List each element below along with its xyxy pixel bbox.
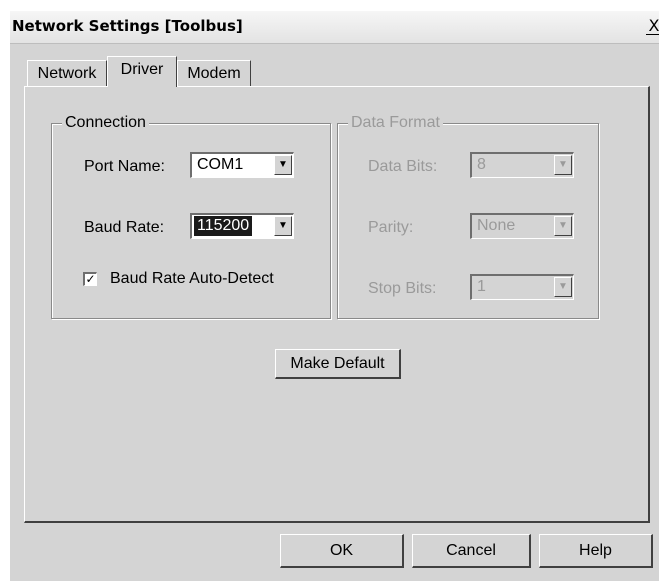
driver-tab-panel: Connection Port Name: COM1 ▼ Baud Rate: … xyxy=(24,86,650,523)
port-name-label: Port Name: xyxy=(84,158,165,175)
data-format-group-title: Data Format xyxy=(348,114,443,132)
stop-bits-value: 1 xyxy=(477,278,486,295)
stop-bits-select: 1 ▼ xyxy=(470,274,574,300)
baud-rate-label: Baud Rate: xyxy=(84,219,165,236)
tab-network[interactable]: Network xyxy=(27,60,107,86)
auto-detect-checkbox[interactable]: ✓ xyxy=(83,272,97,286)
cancel-button[interactable]: Cancel xyxy=(412,534,531,568)
parity-value: None xyxy=(477,217,516,234)
chevron-down-icon: ▼ xyxy=(554,216,572,236)
chevron-down-icon: ▼ xyxy=(554,155,572,175)
baud-rate-value: 115200 xyxy=(194,216,253,236)
stop-bits-label: Stop Bits: xyxy=(368,280,437,297)
baud-rate-select[interactable]: 115200 ▼ xyxy=(190,213,294,239)
make-default-button[interactable]: Make Default xyxy=(275,349,401,379)
data-format-group: Data Format Data Bits: 8 ▼ Parity: None … xyxy=(337,114,599,319)
connection-group: Connection Port Name: COM1 ▼ Baud Rate: … xyxy=(51,114,331,319)
connection-group-title: Connection xyxy=(62,114,149,132)
data-bits-value: 8 xyxy=(477,156,486,173)
data-bits-select: 8 ▼ xyxy=(470,152,574,178)
tab-driver[interactable]: Driver xyxy=(107,56,177,87)
help-button[interactable]: Help xyxy=(539,534,653,568)
parity-label: Parity: xyxy=(368,219,414,236)
auto-detect-label: Baud Rate Auto-Detect xyxy=(110,270,274,287)
chevron-down-icon: ▼ xyxy=(554,277,572,297)
tab-modem[interactable]: Modem xyxy=(177,60,251,86)
parity-select: None ▼ xyxy=(470,213,574,239)
title-bar: Network Settings [Toolbus] X xyxy=(10,11,659,44)
data-bits-label: Data Bits: xyxy=(368,158,438,175)
chevron-down-icon[interactable]: ▼ xyxy=(274,216,292,236)
close-icon[interactable]: X xyxy=(645,16,659,36)
dialog-body: Network Driver Modem Connection Port Nam… xyxy=(10,44,659,581)
chevron-down-icon[interactable]: ▼ xyxy=(274,155,292,175)
port-name-select[interactable]: COM1 ▼ xyxy=(190,152,294,178)
ok-button[interactable]: OK xyxy=(280,534,404,568)
window-title: Network Settings [Toolbus] xyxy=(12,17,243,35)
port-name-value: COM1 xyxy=(197,156,244,173)
